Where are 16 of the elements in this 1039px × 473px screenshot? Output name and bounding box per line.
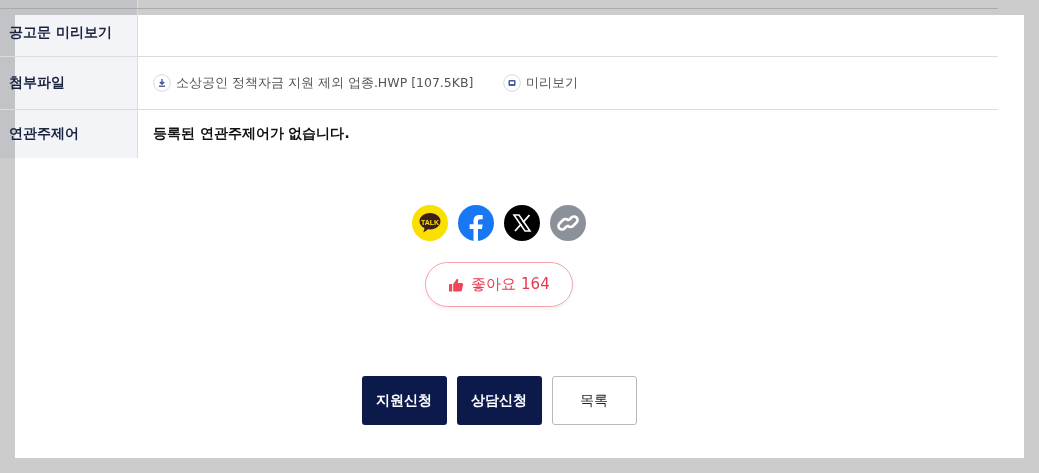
row-label: 첨부파일: [9, 74, 65, 92]
action-button[interactable]: 지원신청: [361, 376, 447, 425]
facebook-icon[interactable]: [458, 205, 494, 241]
preview-link[interactable]: 미리보기: [503, 74, 579, 92]
like-button[interactable]: 좋아요 164: [425, 262, 573, 307]
document-icon: [503, 74, 522, 92]
thumbs-up-icon: [448, 276, 465, 293]
file-download-link[interactable]: 소상공인 정책자금 지원 제외 업종.HWP [107.5KB]: [153, 74, 474, 92]
download-icon: [153, 74, 171, 92]
row-label: 연관주제어: [9, 125, 79, 143]
link-icon[interactable]: [550, 205, 586, 241]
row-label: 공고문 미리보기: [9, 23, 112, 42]
keyword-text: 등록된 연관주제어가 없습니다.: [153, 125, 350, 143]
action-button[interactable]: 목록: [551, 376, 637, 425]
x-icon[interactable]: [504, 205, 540, 241]
action-button[interactable]: 상담신청: [456, 376, 542, 425]
